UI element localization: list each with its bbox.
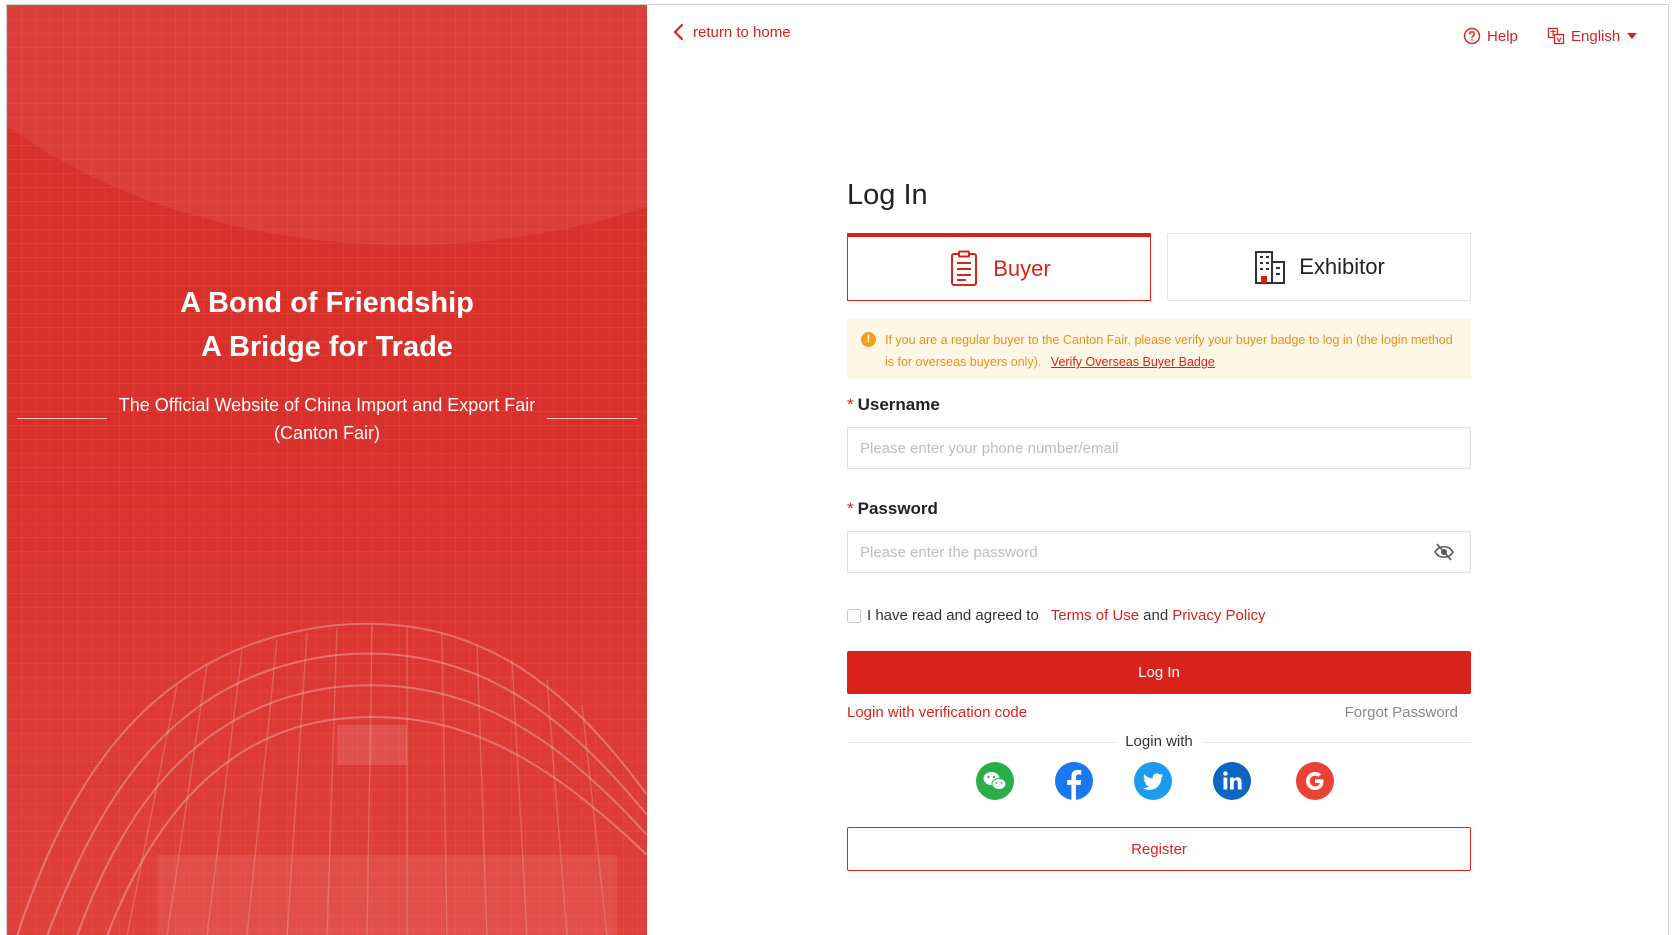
hero-panel: A Bond of Friendship A Bridge for Trade … [7,5,647,935]
hero-divider-right [547,418,637,419]
verify-badge-link[interactable]: Verify Overseas Buyer Badge [1051,355,1215,369]
hero-title-line1: A Bond of Friendship [180,287,474,319]
linkedin-login-button[interactable] [1213,762,1251,800]
login-button[interactable]: Log In [847,651,1471,694]
help-label: Help [1487,27,1518,45]
tab-exhibitor-label: Exhibitor [1299,254,1385,279]
google-icon [1296,762,1334,800]
google-login-button[interactable] [1296,762,1334,800]
verification-code-link[interactable]: Login with verification code [847,704,1027,721]
tab-exhibitor[interactable]: Exhibitor [1167,233,1471,301]
hero-title-line2: A Bridge for Trade [201,331,453,363]
caret-down-icon [1627,33,1638,39]
chevron-left-icon [673,23,684,41]
twitter-login-button[interactable] [1134,762,1172,800]
language-label: English [1571,27,1621,45]
return-home-label: return to home [693,23,791,41]
eye-hidden-icon[interactable] [1433,542,1455,562]
tab-buyer-label: Buyer [993,255,1051,281]
register-button[interactable]: Register [847,827,1471,871]
login-title: Log In [847,179,928,211]
warning-icon: ! [861,332,876,347]
wechat-icon [976,762,1014,800]
password-input[interactable] [847,531,1471,573]
username-label-text: Username [857,395,940,414]
language-selector[interactable]: English [1547,27,1638,45]
username-input[interactable] [847,427,1471,469]
document-icon [951,250,978,286]
building-illustration [16,622,647,935]
linkedin-icon [1213,762,1251,800]
username-label: * Username [847,395,940,415]
facebook-icon [1055,762,1093,800]
twitter-icon [1134,762,1172,800]
password-label-text: Password [857,499,938,518]
tab-buyer[interactable]: Buyer [847,233,1151,301]
agreement-prefix: I have read and agreed to [867,607,1039,624]
wechat-login-button[interactable] [976,762,1014,800]
page-frame: A Bond of Friendship A Bridge for Trade … [6,4,1669,935]
agreement-and: and [1143,607,1169,624]
buyer-notice: ! If you are a regular buyer to the Cant… [847,319,1471,379]
required-asterisk: * [847,395,854,414]
agreement-row: I have read and agreed to Terms of Use a… [847,607,1266,624]
terms-of-use-link[interactable]: Terms of Use [1051,607,1139,624]
privacy-policy-link[interactable]: Privacy Policy [1172,607,1265,624]
hero-subtitle: The Official Website of China Import and… [118,395,536,443]
return-home-link[interactable]: return to home [671,23,791,41]
help-link[interactable]: Help [1463,27,1518,45]
question-circle-icon [1463,27,1481,45]
password-label: * Password [847,499,938,519]
forgot-password-link[interactable]: Forgot Password [1345,704,1458,721]
agree-checkbox[interactable] [847,608,861,623]
hero-divider-left [17,418,107,419]
translate-icon [1547,27,1565,45]
facebook-login-button[interactable] [1055,762,1093,800]
required-asterisk: * [847,499,854,518]
login-with-label: Login with [1115,733,1203,750]
building-icon [1255,251,1286,284]
